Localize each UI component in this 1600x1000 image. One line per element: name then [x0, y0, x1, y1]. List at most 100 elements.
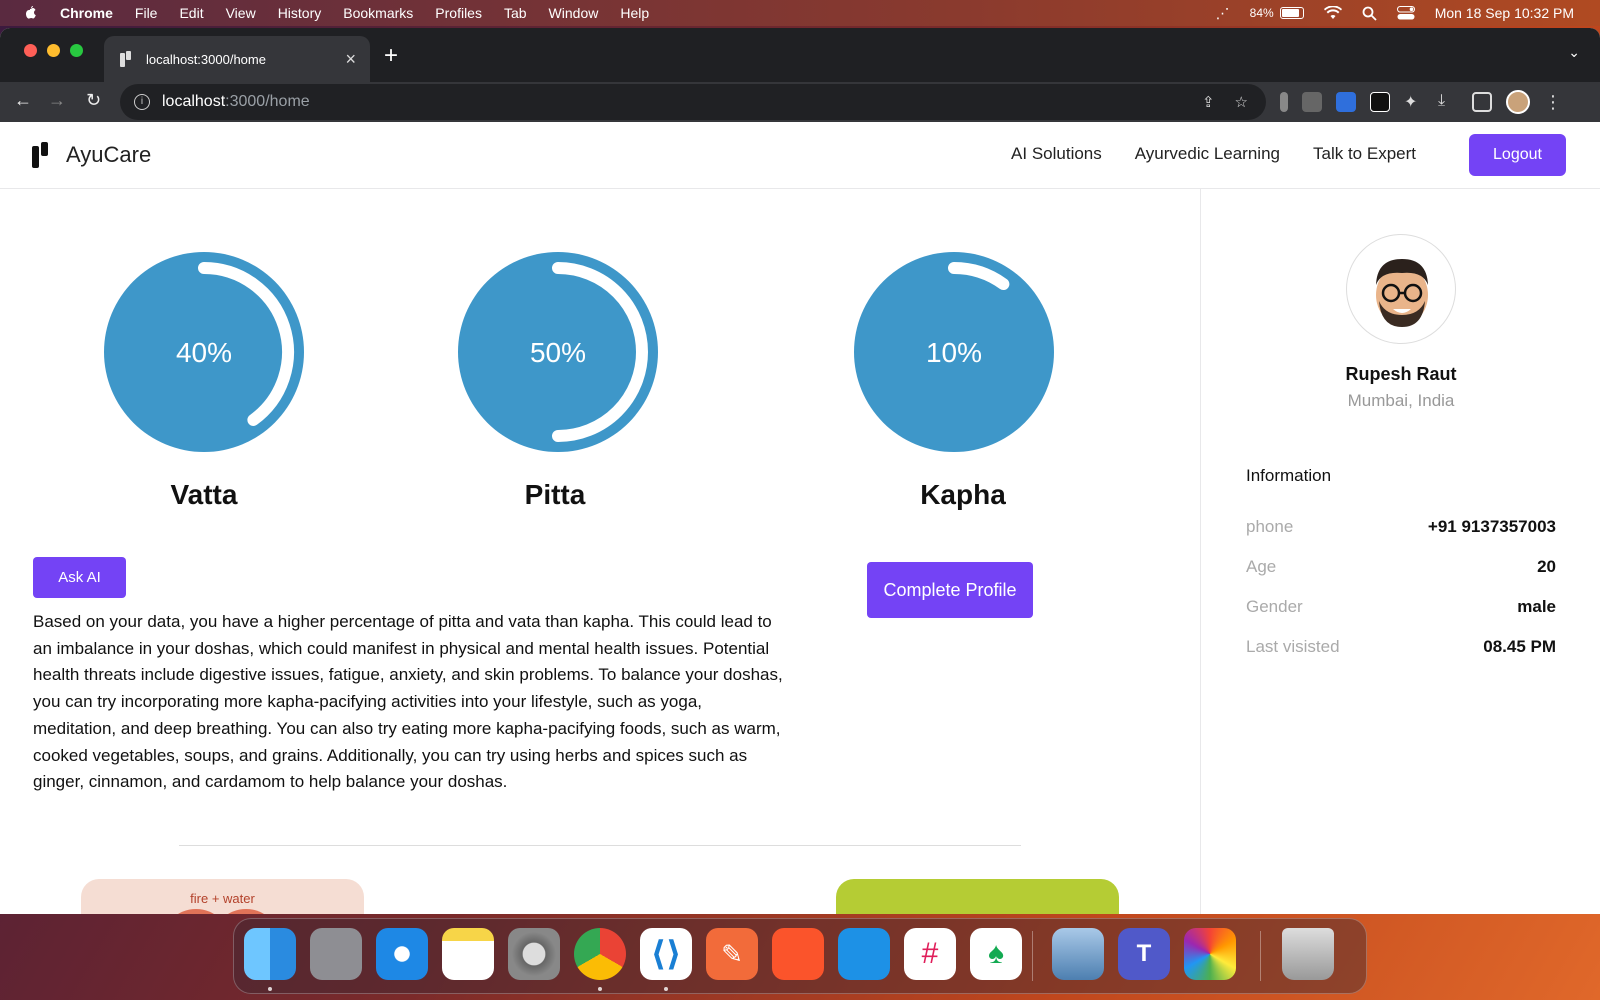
screen-recording-icon[interactable]: ⋰ [1216, 5, 1230, 22]
info-label: Age [1246, 557, 1277, 576]
info-value: +91 9137357003 [1427, 517, 1556, 536]
gauge-percent-text: 10% [926, 337, 982, 368]
section-divider [179, 845, 1021, 846]
gauge-percent-text: 50% [530, 337, 586, 368]
card-label: fire + water [190, 891, 255, 906]
new-tab-icon[interactable]: + [384, 42, 398, 70]
zoom-window-button[interactable] [70, 44, 83, 57]
browser-toolbar: ← → ↻ i localhost:3000/home ⇪ ☆ ✦ ⤓ ⋮ [0, 82, 1600, 122]
running-indicator [598, 987, 602, 991]
brand[interactable]: AyuCare [32, 142, 151, 168]
forward-arrow-icon[interactable]: → [48, 90, 66, 111]
postman-icon[interactable]: ✎ [706, 928, 758, 980]
tab-title: localhost:3000/home [146, 51, 266, 67]
battery-status[interactable]: 84% [1250, 6, 1304, 20]
ayucare-favicon-icon [120, 51, 131, 67]
dock-separator [1260, 931, 1261, 981]
close-window-button[interactable] [24, 44, 37, 57]
system-settings-icon[interactable] [508, 928, 560, 980]
safari-icon[interactable] [376, 928, 428, 980]
kapha-label: Kapha [920, 479, 1006, 510]
docker-icon[interactable] [838, 928, 890, 980]
dosha-card-green[interactable] [836, 879, 1119, 914]
camera-extension-icon[interactable] [1302, 92, 1322, 112]
extension-grey-icon[interactable] [1280, 92, 1288, 112]
chrome-menu-icon[interactable]: ⋮ [1544, 92, 1562, 113]
close-tab-icon[interactable]: × [345, 49, 356, 70]
tab-strip: localhost:3000/home × + ⌄ [0, 28, 1600, 82]
brave-icon[interactable] [772, 928, 824, 980]
minimize-window-button[interactable] [47, 44, 60, 57]
info-label: Gender [1246, 597, 1303, 616]
share-icon[interactable]: ⇪ [1202, 93, 1215, 111]
chrome-window: localhost:3000/home × + ⌄ ← → ↻ i localh… [0, 28, 1600, 914]
launchpad-icon[interactable] [310, 928, 362, 980]
memoji-avatar-icon [1376, 259, 1428, 327]
window-controls [24, 44, 83, 57]
reload-icon[interactable]: ↻ [86, 90, 101, 111]
menu-profiles[interactable]: Profiles [435, 5, 482, 21]
ask-ai-button[interactable]: Ask AI [33, 557, 126, 598]
spotlight-search-icon[interactable] [1362, 6, 1377, 21]
finder-icon[interactable] [244, 928, 296, 980]
nav-ayurvedic-learning[interactable]: Ayurvedic Learning [1135, 144, 1280, 164]
control-center-icon[interactable] [1396, 6, 1415, 20]
teams-icon[interactable]: T [1118, 928, 1170, 980]
brand-name: AyuCare [66, 142, 152, 167]
mongodb-compass-icon[interactable]: ♠ [970, 928, 1022, 980]
menu-tab[interactable]: Tab [504, 5, 527, 21]
running-indicator [268, 987, 272, 991]
dosha-card-fire-water[interactable]: fire + water [81, 879, 364, 914]
browser-tab-active[interactable]: localhost:3000/home × [104, 36, 370, 82]
tab-search-chevron-icon[interactable]: ⌄ [1568, 44, 1580, 61]
menubar-datetime[interactable]: Mon 18 Sep 10:32 PM [1435, 5, 1574, 21]
notes-icon[interactable] [442, 928, 494, 980]
menu-edit[interactable]: Edit [179, 5, 203, 21]
trash-icon[interactable] [1282, 928, 1334, 980]
dock-separator [1032, 931, 1033, 981]
menu-history[interactable]: History [278, 5, 322, 21]
dosha-card-faded[interactable] [459, 879, 742, 914]
pitta-gauge: 50% [458, 252, 658, 452]
chrome-profile-avatar[interactable] [1506, 90, 1530, 114]
gauge-percent-text: 40% [176, 337, 232, 368]
logout-button[interactable]: Logout [1469, 134, 1566, 176]
vatta-label: Vatta [170, 479, 238, 510]
chrome-icon[interactable] [574, 928, 626, 980]
back-arrow-icon[interactable]: ← [14, 90, 32, 111]
apple-icon[interactable] [22, 5, 38, 21]
menu-help[interactable]: Help [620, 5, 649, 21]
wifi-icon[interactable] [1323, 6, 1342, 20]
profile-name: Rupesh Raut [1345, 364, 1457, 384]
menu-window[interactable]: Window [549, 5, 599, 21]
macos-dock: ⟨⟩ ✎ # ♠ T [233, 918, 1367, 994]
side-panel-icon[interactable] [1472, 92, 1492, 112]
photos-icon[interactable] [1184, 928, 1236, 980]
address-bar[interactable]: i localhost:3000/home ⇪ ☆ [120, 84, 1266, 120]
menu-file[interactable]: File [135, 5, 158, 21]
menu-app-chrome[interactable]: Chrome [60, 5, 113, 21]
extensions-area: ✦ ⤓ ⋮ [1280, 90, 1562, 114]
nav-talk-to-expert[interactable]: Talk to Expert [1313, 144, 1416, 164]
information-heading: Information [1246, 466, 1332, 485]
download-icon[interactable]: ⤓ [1438, 92, 1458, 112]
slack-icon[interactable]: # [904, 928, 956, 980]
preview-icon[interactable] [1052, 928, 1104, 980]
web-page: AyuCare AI Solutions Ayurvedic Learning … [0, 122, 1600, 914]
nav-ai-solutions[interactable]: AI Solutions [1011, 144, 1102, 164]
dark-extension-icon[interactable] [1370, 92, 1390, 112]
running-indicator [664, 987, 668, 991]
translate-extension-icon[interactable] [1336, 92, 1356, 112]
profile-avatar [1346, 234, 1456, 344]
card-illustration-left [161, 909, 231, 914]
site-info-icon[interactable]: i [134, 94, 150, 110]
puzzle-extensions-icon[interactable]: ✦ [1404, 92, 1424, 112]
menu-view[interactable]: View [226, 5, 256, 21]
menu-bookmarks[interactable]: Bookmarks [343, 5, 413, 21]
bookmark-star-icon[interactable]: ☆ [1235, 93, 1248, 111]
info-row-last-visited: Last visisted 08.45 PM [1246, 637, 1556, 661]
vatta-gauge: 40% [104, 252, 304, 452]
vscode-icon[interactable]: ⟨⟩ [640, 928, 692, 980]
complete-profile-button[interactable]: Complete Profile [867, 562, 1033, 618]
info-row-age: Age 20 [1246, 557, 1556, 581]
